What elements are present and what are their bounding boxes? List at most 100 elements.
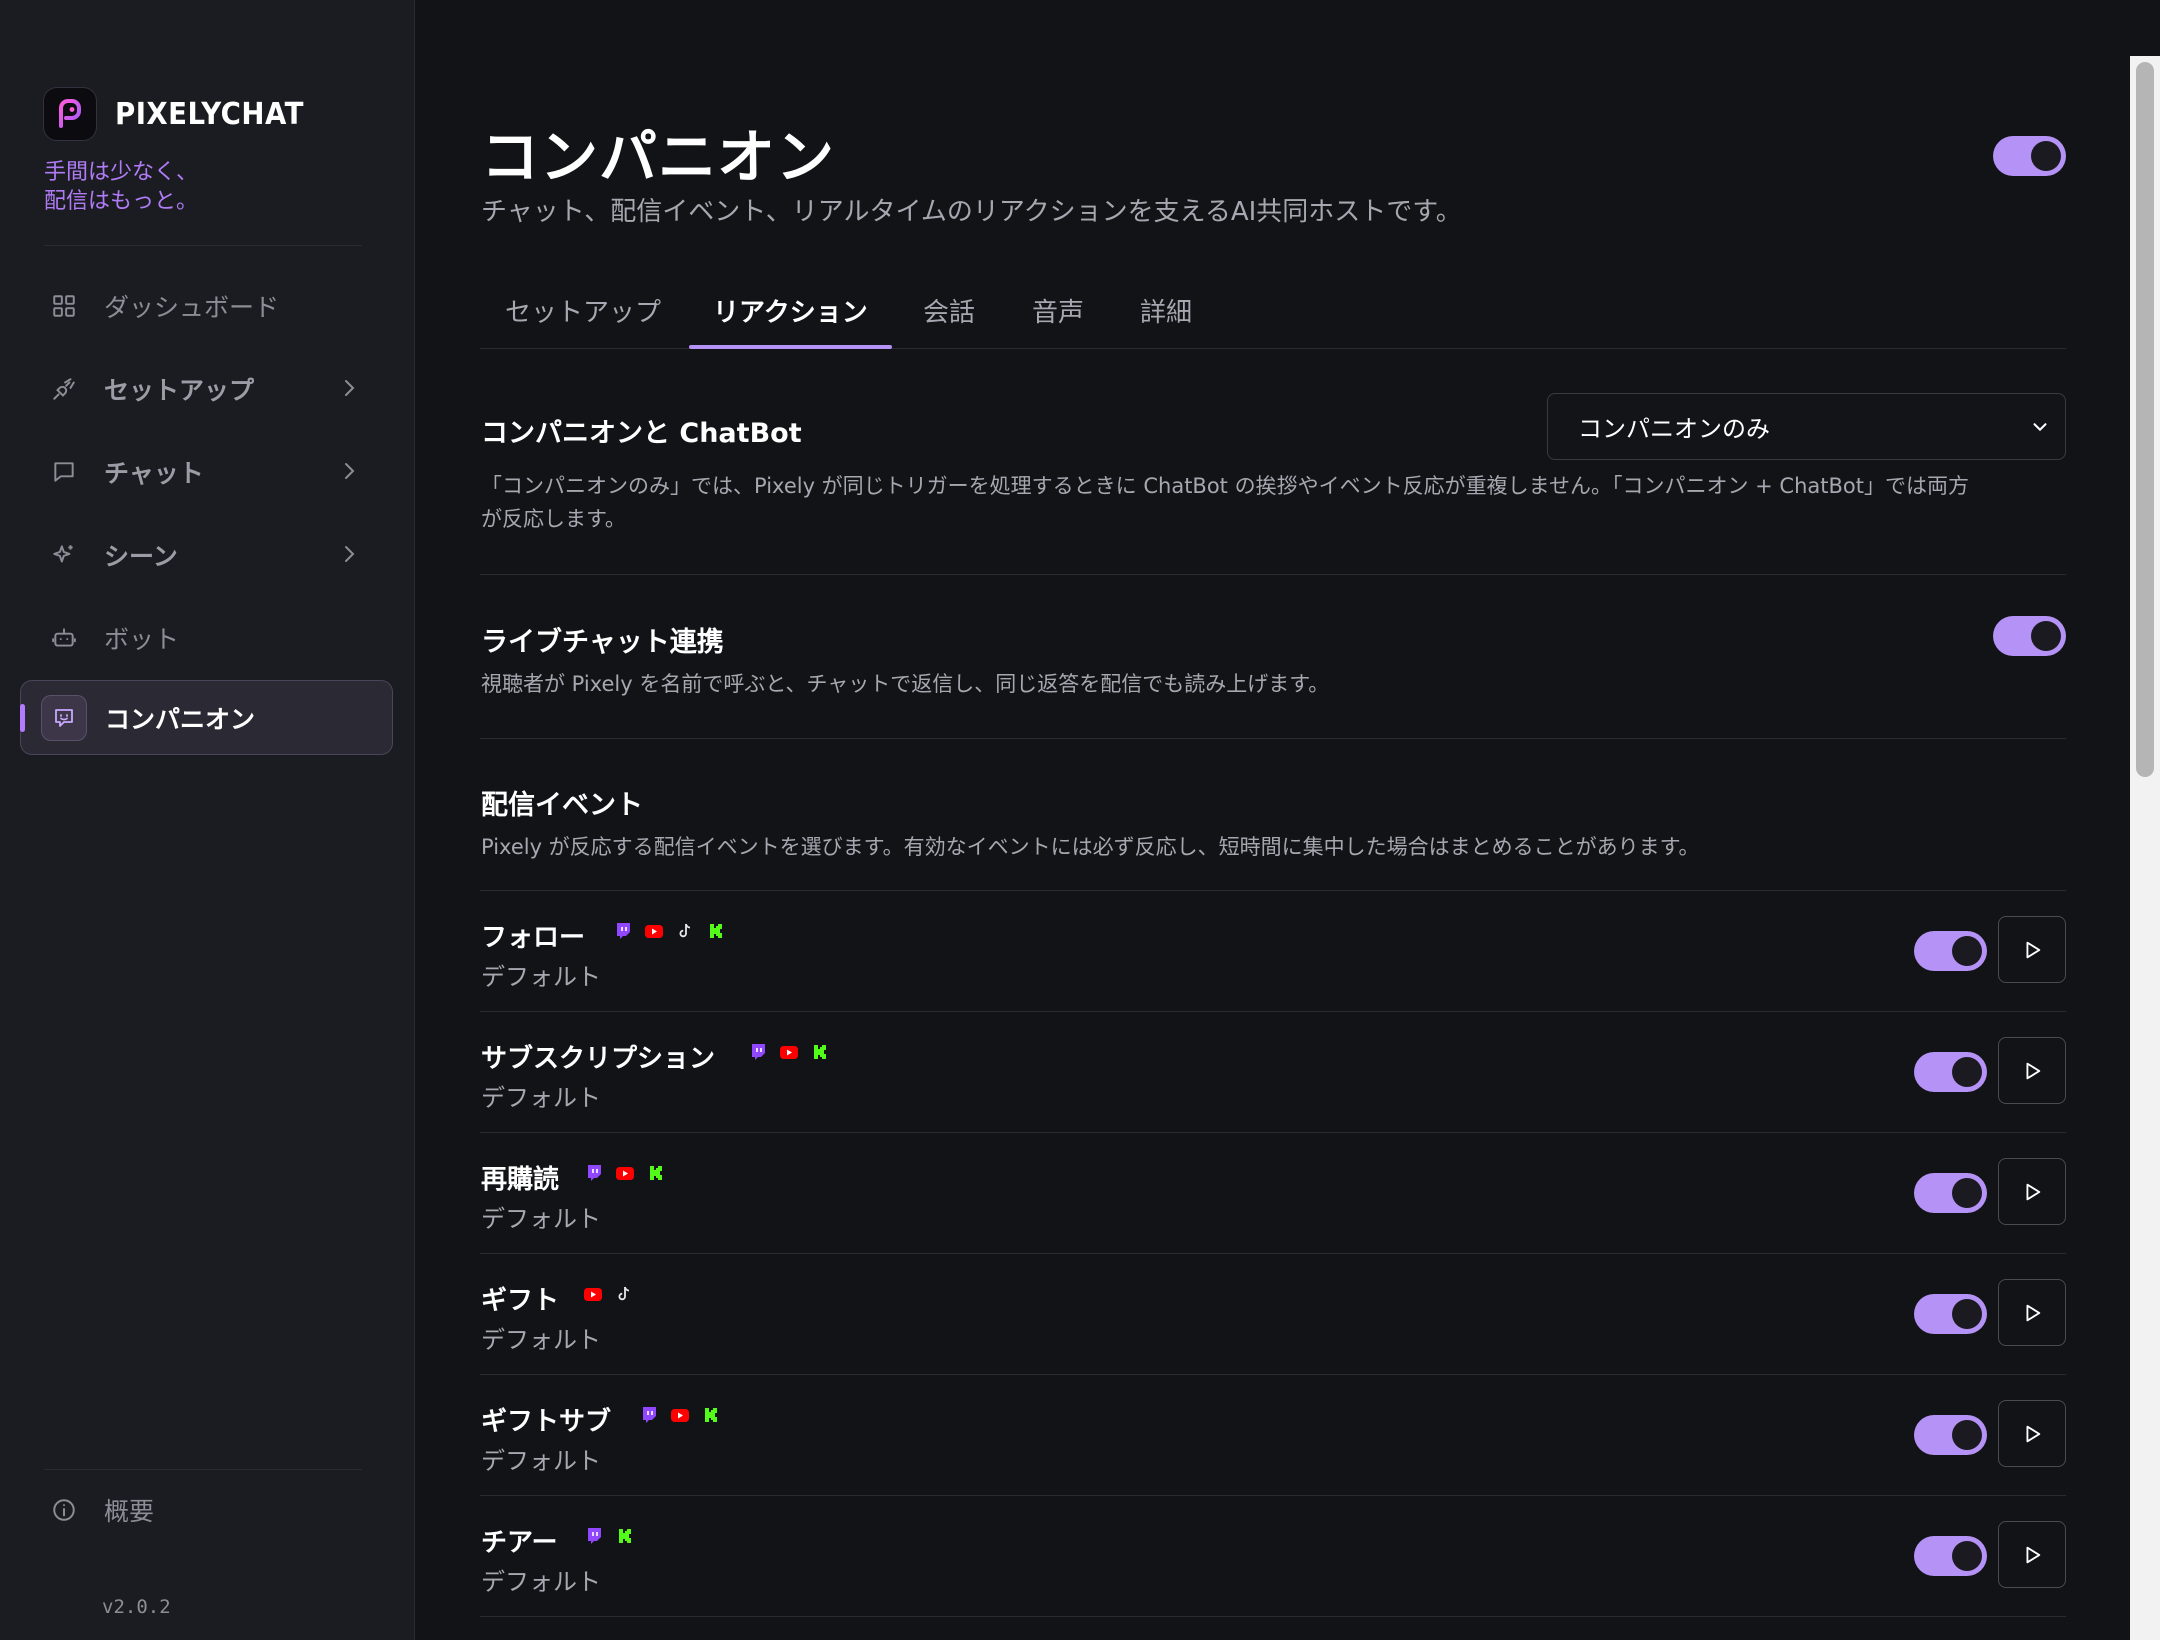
test-event-button[interactable] bbox=[1998, 1158, 2066, 1225]
platform-icons bbox=[749, 1042, 829, 1062]
tab-advanced[interactable]: 詳細 bbox=[1140, 292, 1192, 329]
event-name: ギフト bbox=[481, 1286, 560, 1316]
sidebar-item-setup[interactable]: セットアップ bbox=[20, 351, 393, 426]
chevron-right-icon bbox=[345, 546, 355, 562]
sidebar-divider bbox=[44, 1469, 362, 1470]
play-icon bbox=[2026, 941, 2041, 958]
sidebar: PIXELYCHAT 手間は少なく、 配信はもっと。 ダッシュボード セットアッ… bbox=[0, 0, 415, 1640]
event-row: フォロー デフォルト bbox=[480, 891, 2066, 1012]
platform-icons bbox=[585, 1526, 634, 1546]
event-row: 再購読 デフォルト bbox=[480, 1133, 2066, 1254]
events-section-title: 配信イベント bbox=[481, 790, 643, 821]
kick-icon bbox=[616, 1527, 634, 1545]
play-icon bbox=[2026, 1546, 2041, 1563]
play-icon bbox=[2026, 1425, 2041, 1442]
sidebar-item-companion[interactable]: コンパニオン bbox=[20, 680, 393, 755]
event-name: サブスクリプション bbox=[481, 1044, 716, 1074]
event-toggle[interactable] bbox=[1914, 1415, 1987, 1455]
test-event-button[interactable] bbox=[1998, 1279, 2066, 1346]
section-divider bbox=[480, 574, 2066, 575]
livechat-toggle[interactable] bbox=[1993, 616, 2066, 656]
event-toggle[interactable] bbox=[1914, 1536, 1987, 1576]
sidebar-item-label: コンパニオン bbox=[105, 704, 256, 734]
play-icon bbox=[2026, 1062, 2041, 1079]
brand-name: PIXELYCHAT bbox=[115, 96, 304, 132]
chatbot-desc-line-2: が反応します。 bbox=[481, 507, 626, 531]
robot-icon bbox=[49, 623, 79, 653]
grid-icon bbox=[49, 291, 79, 321]
info-icon bbox=[49, 1495, 79, 1525]
tiktok-icon bbox=[615, 1285, 633, 1303]
page-subtitle: チャット、配信イベント、リアルタイムのリアクションを支えるAI共同ホストです。 bbox=[481, 197, 1462, 227]
tiktok-icon bbox=[676, 922, 694, 940]
twitch-icon bbox=[585, 1527, 603, 1545]
kick-icon bbox=[702, 1406, 720, 1424]
sidebar-item-label: ダッシュボード bbox=[104, 292, 280, 322]
sidebar-item-dashboard[interactable]: ダッシュボード bbox=[20, 268, 393, 343]
twitch-icon bbox=[640, 1406, 658, 1424]
events-section-desc: Pixely が反応する配信イベントを選びます。有効なイベントには必ず反応し、短… bbox=[481, 835, 1700, 859]
chevron-down-icon bbox=[2033, 423, 2047, 432]
tagline-line-2: 配信はもっと。 bbox=[44, 189, 199, 214]
play-icon bbox=[2026, 1304, 2041, 1321]
event-preset: デフォルト bbox=[481, 1205, 601, 1233]
tab-bar: セットアップ リアクション 会話 音声 詳細 bbox=[480, 280, 2066, 349]
kick-icon bbox=[647, 1164, 665, 1182]
tagline-line-1: 手間は少なく、 bbox=[44, 160, 199, 185]
sidebar-item-about[interactable]: 概要 bbox=[20, 1490, 154, 1530]
sidebar-item-chat[interactable]: チャット bbox=[20, 434, 393, 509]
event-row: ギフトサブ デフォルト bbox=[480, 1375, 2066, 1496]
page-title: コンパニオン bbox=[481, 123, 836, 191]
youtube-icon bbox=[584, 1285, 602, 1303]
event-toggle[interactable] bbox=[1914, 1294, 1987, 1334]
companion-enable-toggle[interactable] bbox=[1993, 136, 2066, 176]
test-event-button[interactable] bbox=[1998, 1400, 2066, 1467]
event-toggle[interactable] bbox=[1914, 931, 1987, 971]
platform-icons bbox=[640, 1405, 720, 1425]
sidebar-item-bot[interactable]: ボット bbox=[20, 600, 393, 675]
tab-reactions[interactable]: リアクション bbox=[713, 292, 868, 329]
event-row: ギフト デフォルト bbox=[480, 1254, 2066, 1375]
youtube-icon bbox=[780, 1043, 798, 1061]
version-label: v2.0.2 bbox=[102, 1596, 171, 1618]
sparkles-icon bbox=[49, 540, 79, 570]
chat-bubble-icon bbox=[49, 457, 79, 487]
event-toggle[interactable] bbox=[1914, 1052, 1987, 1092]
twitch-icon bbox=[614, 922, 632, 940]
tab-conversation[interactable]: 会話 bbox=[923, 292, 975, 329]
sidebar-item-label: チャット bbox=[104, 458, 204, 488]
livechat-section-desc: 視聴者が Pixely を名前で呼ぶと、チャットで返信し、同じ返答を配信でも読み… bbox=[481, 672, 1330, 696]
tab-setup[interactable]: セットアップ bbox=[505, 292, 661, 329]
test-event-button[interactable] bbox=[1998, 1521, 2066, 1588]
about-label: 概要 bbox=[104, 1497, 155, 1526]
platform-icons bbox=[585, 1163, 665, 1183]
event-toggle[interactable] bbox=[1914, 1173, 1987, 1213]
sidebar-item-scenes[interactable]: シーン bbox=[20, 517, 393, 592]
active-tab-indicator bbox=[689, 345, 892, 349]
chatbot-mode-select[interactable]: コンパニオンのみ bbox=[1547, 393, 2066, 460]
chatbot-section-desc: 「コンパニオンのみ」では、Pixely が同じトリガーを処理するときに Chat… bbox=[481, 470, 1969, 536]
event-row: チアー デフォルト bbox=[480, 1496, 2066, 1617]
kick-icon bbox=[811, 1043, 829, 1061]
platform-icons bbox=[584, 1284, 633, 1304]
section-divider bbox=[480, 738, 2066, 739]
main-content: コンパニオン チャット、配信イベント、リアルタイムのリアクションを支えるAI共同… bbox=[480, 0, 2066, 1640]
active-indicator bbox=[20, 704, 25, 732]
plug-icon bbox=[49, 374, 79, 404]
sidebar-divider bbox=[44, 245, 362, 246]
event-name: フォロー bbox=[481, 923, 586, 953]
kick-icon bbox=[707, 922, 725, 940]
test-event-button[interactable] bbox=[1998, 1037, 2066, 1104]
twitch-icon bbox=[585, 1164, 603, 1182]
event-preset: デフォルト bbox=[481, 1326, 601, 1354]
sidebar-item-label: シーン bbox=[104, 541, 178, 571]
companion-icon bbox=[41, 694, 87, 741]
event-preset: デフォルト bbox=[481, 963, 601, 991]
tab-voice[interactable]: 音声 bbox=[1032, 292, 1084, 329]
pixelychat-logo-icon bbox=[43, 87, 97, 141]
test-event-button[interactable] bbox=[1998, 916, 2066, 983]
scrollbar-thumb[interactable] bbox=[2136, 62, 2154, 777]
event-preset: デフォルト bbox=[481, 1084, 601, 1112]
brand[interactable]: PIXELYCHAT bbox=[43, 87, 320, 141]
youtube-icon bbox=[616, 1164, 634, 1182]
